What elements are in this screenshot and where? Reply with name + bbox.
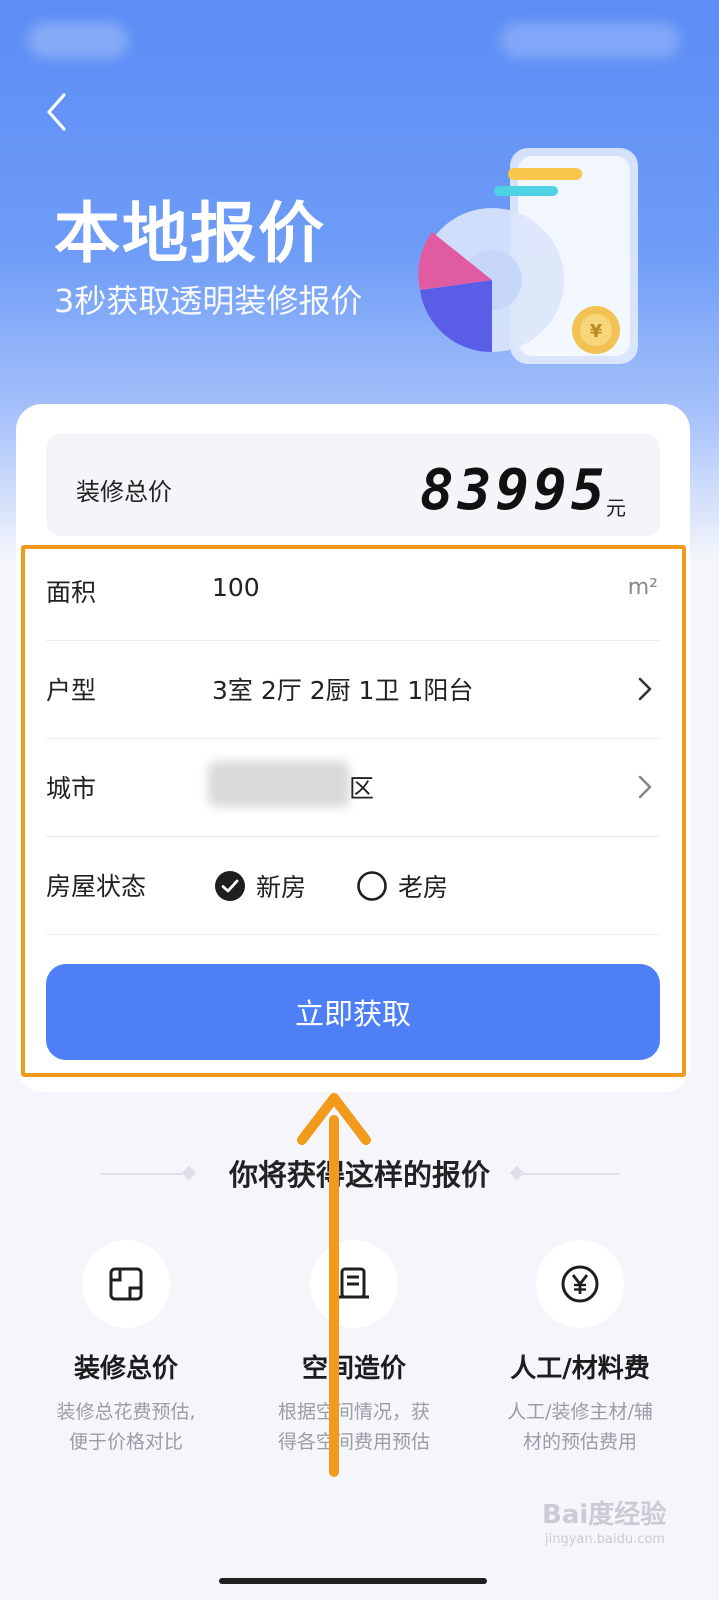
feature-desc: 人工/装修主材/辅 材的预估费用 bbox=[480, 1397, 680, 1457]
total-price-label: 装修总价 bbox=[76, 478, 172, 506]
feature-icon-wrap bbox=[82, 1240, 170, 1328]
chevron-left-icon bbox=[47, 93, 66, 131]
feature-icon-wrap bbox=[536, 1240, 624, 1328]
annotation-arrow-up bbox=[297, 1093, 371, 1477]
total-price-unit: 元 bbox=[606, 496, 626, 520]
highlight-box bbox=[21, 545, 686, 1077]
yuan-icon bbox=[561, 1265, 599, 1303]
feature-desc-line: 材的预估费用 bbox=[522, 1431, 637, 1453]
feature-total-price: 装修总价 装修总花费预估, 便于价格对比 bbox=[26, 1240, 226, 1457]
feature-desc: 装修总花费预估, 便于价格对比 bbox=[26, 1397, 226, 1457]
page-title: 本地报价 bbox=[54, 195, 326, 272]
feature-desc-line: 装修总花费预估, bbox=[56, 1401, 196, 1423]
svg-text:¥: ¥ bbox=[590, 321, 603, 342]
total-price-value: 83995 bbox=[420, 458, 609, 523]
floorplan-icon bbox=[109, 1267, 143, 1301]
feature-labor-material: 人工/材料费 人工/装修主材/辅 材的预估费用 bbox=[480, 1240, 680, 1457]
feature-title: 装修总价 bbox=[73, 1354, 178, 1384]
page-subtitle: 3秒获取透明装修报价 bbox=[54, 282, 363, 320]
baidu-watermark-url: jingyan.baidu.com bbox=[545, 1532, 665, 1547]
feature-title: 人工/材料费 bbox=[510, 1354, 650, 1384]
feature-desc-line: 人工/装修主材/辅 bbox=[507, 1401, 653, 1423]
status-bar-left-blurred bbox=[28, 22, 128, 58]
back-button[interactable] bbox=[32, 88, 80, 136]
home-indicator[interactable] bbox=[219, 1578, 487, 1584]
quote-illustration: ¥ bbox=[418, 148, 638, 364]
feature-desc-line: 便于价格对比 bbox=[68, 1431, 183, 1453]
status-bar-right-blurred bbox=[500, 22, 680, 58]
